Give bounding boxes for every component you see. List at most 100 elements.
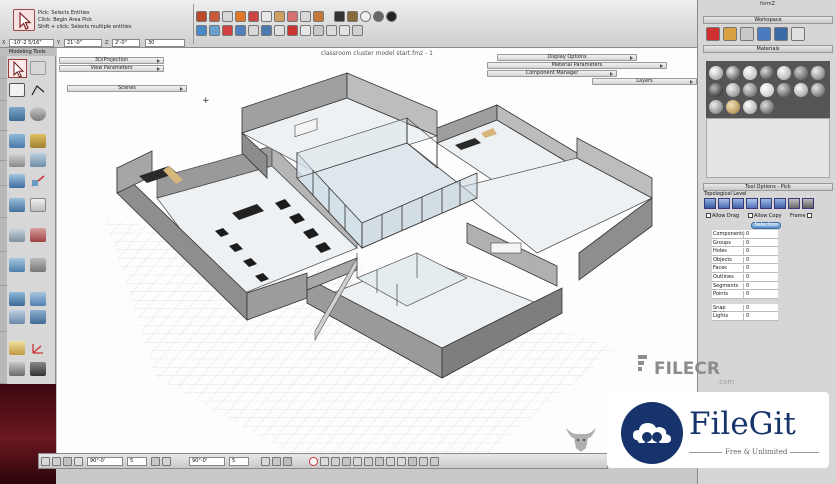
axis-tool-icon[interactable] (30, 341, 46, 355)
split-window-icon[interactable] (313, 25, 324, 36)
boolean-union-icon[interactable] (9, 228, 25, 242)
drafting-workspace-icon[interactable] (723, 27, 737, 41)
render-icon[interactable] (347, 11, 358, 22)
material-swatch[interactable] (794, 66, 808, 80)
workspace-header[interactable]: Workspace (703, 16, 833, 24)
material-swatch[interactable] (811, 66, 825, 80)
material-swatch[interactable] (709, 83, 723, 97)
light-tool-icon[interactable] (9, 341, 25, 355)
window-icon[interactable] (300, 25, 311, 36)
materials-header[interactable]: Materials (703, 45, 833, 53)
mesh-tool-icon[interactable] (9, 258, 25, 272)
material-swatch[interactable] (777, 83, 791, 97)
boolean-subtract-icon[interactable] (30, 228, 46, 242)
guide-icon[interactable] (63, 457, 72, 466)
category-pick-tab[interactable] (0, 56, 7, 79)
view-top-icon[interactable] (196, 25, 207, 36)
cylinder-tool-icon[interactable] (30, 107, 46, 121)
pick-tool-button[interactable] (13, 9, 35, 31)
polyline-tool-icon[interactable] (30, 83, 46, 97)
component-level-icon[interactable] (788, 198, 800, 209)
category-tools-tab[interactable] (0, 332, 7, 384)
snap-settings-icon[interactable] (430, 457, 439, 466)
category-mesh-tab[interactable] (0, 252, 7, 286)
sweep-tool-icon[interactable] (9, 153, 25, 167)
allow-drag-checkbox[interactable]: Allow Drag (706, 213, 739, 219)
wall-tool-icon[interactable] (30, 292, 46, 306)
category-shapes-tab[interactable] (0, 101, 7, 131)
camera-icon[interactable] (334, 11, 345, 22)
material-swatch[interactable] (726, 100, 740, 114)
smooth-tool-icon[interactable] (30, 258, 46, 272)
category-draw-tab[interactable] (0, 79, 7, 101)
hand-pan-icon[interactable] (274, 11, 285, 22)
object-level-icon[interactable] (760, 198, 772, 209)
material-swatch[interactable] (743, 66, 757, 80)
angle-field-2[interactable]: 90°-0' (189, 457, 225, 466)
rotate-tool-icon[interactable] (9, 198, 25, 212)
category-geometric-tab[interactable] (0, 186, 7, 218)
render-workspace-icon[interactable] (740, 27, 754, 41)
x-coordinate-field[interactable]: -10'-2 5/16" (9, 39, 54, 47)
material-swatch[interactable] (726, 83, 740, 97)
grid-icon[interactable] (261, 25, 272, 36)
z-coordinate-field[interactable]: 2'-0" (112, 39, 140, 47)
view-side-icon[interactable] (222, 25, 233, 36)
cursor-mode-icon[interactable] (261, 457, 270, 466)
pick-arrow-button[interactable] (8, 59, 27, 78)
loft-tool-icon[interactable] (30, 153, 46, 167)
material-swatch[interactable] (777, 66, 791, 80)
face-level-icon[interactable] (746, 198, 758, 209)
modeling-workspace-icon[interactable] (706, 27, 720, 41)
extrude-tool-icon[interactable] (9, 134, 25, 148)
material-swatch[interactable] (794, 83, 808, 97)
category-special-tab[interactable] (0, 286, 7, 332)
material-swatch[interactable] (709, 100, 723, 114)
snap-midpoint-icon[interactable] (342, 457, 351, 466)
distance-field[interactable]: 30 (145, 39, 185, 47)
snap-intersection-icon[interactable] (386, 457, 395, 466)
measure-tool-icon[interactable] (9, 362, 25, 376)
rotate-view-icon[interactable] (313, 11, 324, 22)
outline-level-icon[interactable] (732, 198, 744, 209)
layer-icon[interactable] (287, 25, 298, 36)
material-swatch[interactable] (811, 83, 825, 97)
pick-options-icon[interactable] (30, 61, 46, 75)
mirror-tool-icon[interactable] (30, 198, 46, 212)
cut-icon[interactable] (222, 11, 233, 22)
category-topo-tab[interactable] (0, 218, 7, 252)
cursor-lock-icon[interactable] (283, 457, 292, 466)
group-level-icon[interactable] (774, 198, 786, 209)
modeling-viewport[interactable]: classroom cluster model start.fmz - 1 3D… (57, 48, 697, 453)
angle-field-1[interactable]: 90°-0' (87, 457, 123, 466)
point-level-icon[interactable] (704, 198, 716, 209)
rectangle-tool-icon[interactable] (9, 83, 25, 97)
snap-face-icon[interactable] (397, 457, 406, 466)
cursor-plane-icon[interactable] (272, 457, 281, 466)
view-persp-icon[interactable] (248, 25, 259, 36)
sphere-icon[interactable] (360, 11, 371, 22)
category-derive-tab[interactable] (0, 131, 7, 161)
close-window-icon[interactable] (352, 25, 363, 36)
material-swatch[interactable] (760, 66, 774, 80)
material-swatch[interactable] (760, 100, 774, 114)
trash-tool-icon[interactable] (30, 362, 46, 376)
snap-grid-icon[interactable] (408, 457, 417, 466)
material-swatch[interactable] (709, 66, 723, 80)
snap-perpendicular-icon[interactable] (364, 457, 373, 466)
copy-icon[interactable] (235, 11, 246, 22)
layout-workspace-icon[interactable] (774, 27, 788, 41)
revolve-tool-icon[interactable] (30, 134, 46, 148)
moon-icon[interactable] (386, 11, 397, 22)
snap-segment-icon[interactable] (331, 457, 340, 466)
category-transform-tab[interactable] (0, 161, 7, 186)
animation-workspace-icon[interactable] (757, 27, 771, 41)
segment-level-icon[interactable] (718, 198, 730, 209)
view-axon-icon[interactable] (235, 25, 246, 36)
shaded-sphere-icon[interactable] (373, 11, 384, 22)
material-swatch[interactable] (726, 66, 740, 80)
move-tool-icon[interactable] (9, 174, 25, 188)
tool-options-header[interactable]: Tool Options - Pick (703, 183, 833, 191)
view-front-icon[interactable] (209, 25, 220, 36)
zoom-in-icon[interactable] (287, 11, 298, 22)
